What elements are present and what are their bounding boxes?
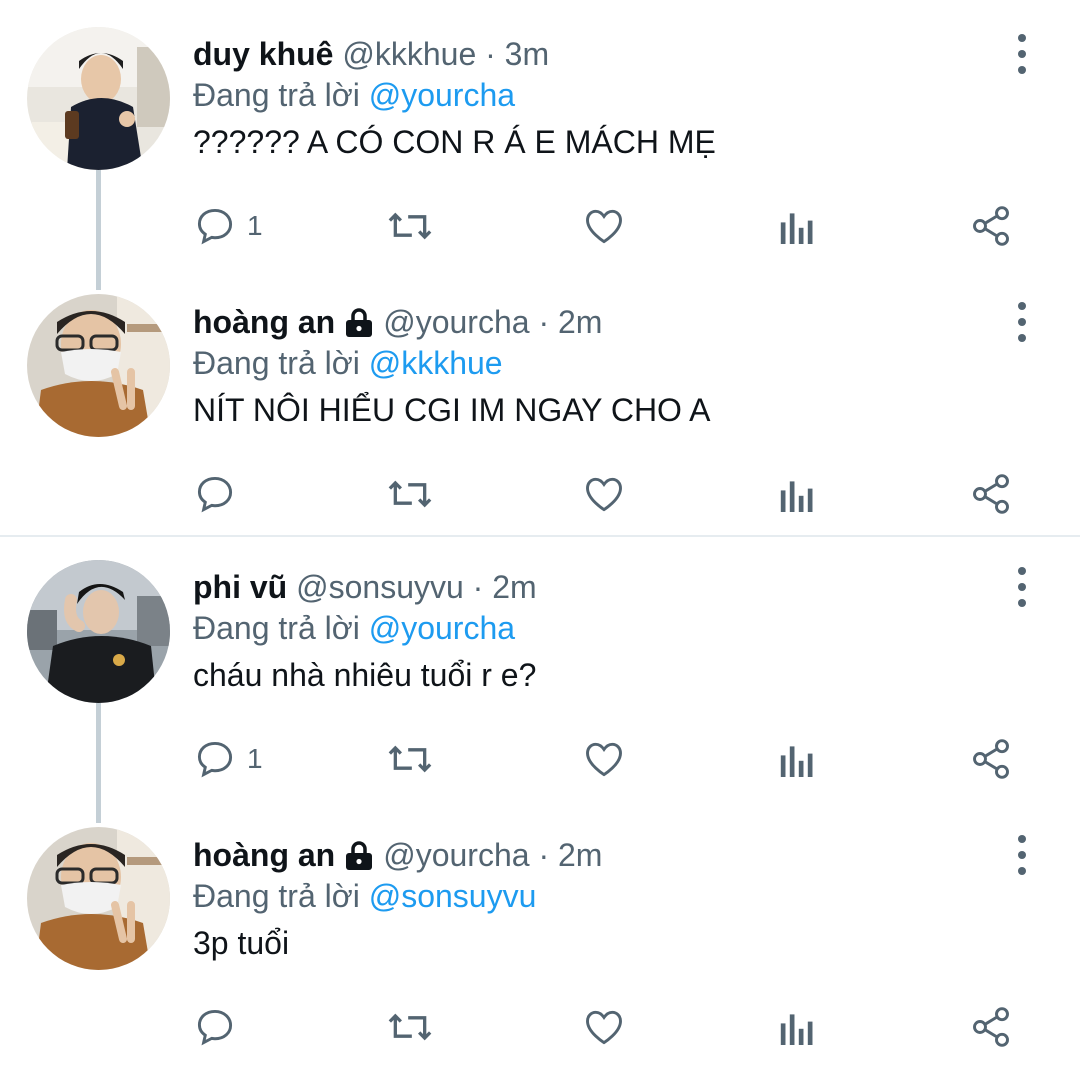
comment-icon <box>197 741 233 778</box>
analytics-button[interactable] <box>779 719 815 799</box>
share-icon <box>973 474 1009 514</box>
replying-to-label: Đang trả lời <box>193 77 360 113</box>
analytics-icon <box>780 1014 813 1045</box>
share-button[interactable] <box>969 186 1013 266</box>
timestamp[interactable]: 3m <box>505 36 549 72</box>
timestamp[interactable]: 2m <box>558 837 602 873</box>
replying-to: Đang trả lời @yourcha <box>193 608 515 648</box>
tweet[interactable]: hoàng an @yourcha · 2m Đang trả lời @sons… <box>0 817 1080 1083</box>
avatar[interactable] <box>27 294 170 437</box>
retweet-icon <box>388 212 432 240</box>
like-button[interactable] <box>582 987 626 1067</box>
retweet-icon <box>388 745 432 773</box>
analytics-icon <box>780 746 813 777</box>
lock-icon <box>343 306 375 346</box>
share-button[interactable] <box>969 719 1013 799</box>
tweet-actions <box>0 454 1080 534</box>
mention-link[interactable]: @yourcha <box>369 77 515 113</box>
comment-icon <box>197 208 233 245</box>
timestamp[interactable]: 2m <box>558 304 602 340</box>
like-button[interactable] <box>582 719 626 799</box>
reply-button[interactable]: 1 <box>193 186 263 266</box>
tweet[interactable]: hoàng an @yourcha · 2m Đang trả lời @kkkh… <box>0 284 1080 550</box>
retweet-icon <box>388 480 432 508</box>
retweet-button[interactable] <box>386 719 434 799</box>
lock-icon <box>343 839 375 879</box>
analytics-button[interactable] <box>779 987 815 1067</box>
tweet-header: hoàng an @yourcha · 2m <box>193 302 602 346</box>
analytics-icon <box>780 481 813 512</box>
more-options-icon[interactable] <box>1006 567 1038 607</box>
avatar[interactable] <box>27 27 170 170</box>
comment-icon <box>197 476 233 513</box>
share-icon <box>973 206 1009 246</box>
analytics-button[interactable] <box>779 454 815 534</box>
tweet-header: hoàng an @yourcha · 2m <box>193 835 602 879</box>
reply-count: 1 <box>247 210 263 241</box>
user-handle[interactable]: @kkkhue <box>342 36 476 72</box>
reply-button[interactable]: 1 <box>193 719 263 799</box>
tweet-header: duy khuê @kkkhue · 3m <box>193 34 549 74</box>
avatar[interactable] <box>27 560 170 703</box>
replying-to: Đang trả lời @kkkhue <box>193 343 503 383</box>
analytics-button[interactable] <box>779 186 815 266</box>
display-name[interactable]: duy khuê <box>193 36 333 72</box>
more-options-icon[interactable] <box>1006 302 1038 342</box>
retweet-button[interactable] <box>386 454 434 534</box>
like-icon <box>586 742 622 777</box>
retweet-button[interactable] <box>386 987 434 1067</box>
tweet-text: ?????? A CÓ CON R Á E MÁCH MẸ <box>193 124 716 160</box>
share-icon <box>973 739 1009 779</box>
retweet-icon <box>388 1013 432 1041</box>
share-icon <box>973 1007 1009 1047</box>
user-handle[interactable]: @yourcha <box>383 304 529 340</box>
like-icon <box>586 1010 622 1045</box>
user-handle[interactable]: @sonsuyvu <box>296 569 464 605</box>
share-button[interactable] <box>969 987 1013 1067</box>
display-name[interactable]: hoàng an <box>193 837 335 873</box>
separator-dot: · <box>538 304 550 340</box>
retweet-button[interactable] <box>386 186 434 266</box>
tweet-text: NÍT NÔI HIỂU CGI IM NGAY CHO A <box>193 392 711 428</box>
more-options-icon[interactable] <box>1006 835 1038 875</box>
comment-icon <box>197 1009 233 1046</box>
reply-count: 1 <box>247 743 263 774</box>
avatar[interactable] <box>27 827 170 970</box>
replying-to: Đang trả lời @sonsuyvu <box>193 876 536 916</box>
tweet-actions: 1 <box>0 186 1080 266</box>
replying-to-label: Đang trả lời <box>193 345 360 381</box>
reply-button[interactable] <box>193 454 247 534</box>
more-options-icon[interactable] <box>1006 34 1038 74</box>
like-icon <box>586 477 622 512</box>
separator-dot: · <box>472 569 484 605</box>
like-icon <box>586 209 622 244</box>
share-button[interactable] <box>969 454 1013 534</box>
mention-link[interactable]: @yourcha <box>369 610 515 646</box>
tweet-actions: 1 <box>0 719 1080 799</box>
reply-button[interactable] <box>193 987 247 1067</box>
analytics-icon <box>780 213 813 244</box>
replying-to: Đang trả lời @yourcha <box>193 75 515 115</box>
timestamp[interactable]: 2m <box>492 569 536 605</box>
display-name[interactable]: hoàng an <box>193 304 335 340</box>
tweet-text: cháu nhà nhiêu tuổi r e? <box>193 657 537 693</box>
tweet-text: 3p tuổi <box>193 925 290 961</box>
tweet-header: phi vũ @sonsuyvu · 2m <box>193 567 537 607</box>
replying-to-label: Đang trả lời <box>193 878 360 914</box>
replying-to-label: Đang trả lời <box>193 610 360 646</box>
tweet-actions <box>0 987 1080 1067</box>
like-button[interactable] <box>582 454 626 534</box>
mention-link[interactable]: @kkkhue <box>369 345 503 381</box>
tweet[interactable]: duy khuê @kkkhue · 3m Đang trả lời @your… <box>0 16 1080 282</box>
user-handle[interactable]: @yourcha <box>383 837 529 873</box>
separator-dot: · <box>485 36 496 72</box>
display-name[interactable]: phi vũ <box>193 569 287 605</box>
mention-link[interactable]: @sonsuyvu <box>369 878 537 914</box>
separator-dot: · <box>538 837 550 873</box>
tweet[interactable]: phi vũ @sonsuyvu · 2m Đang trả lời @your… <box>0 549 1080 815</box>
like-button[interactable] <box>582 186 626 266</box>
